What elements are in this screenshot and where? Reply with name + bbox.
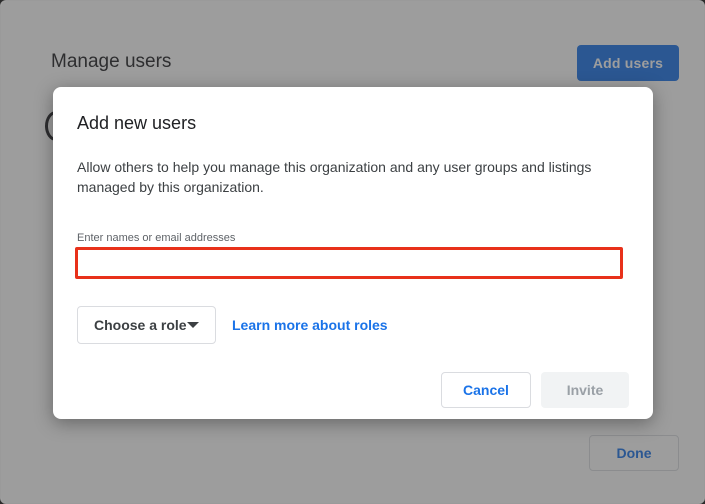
learn-more-link[interactable]: Learn more about roles: [232, 317, 388, 333]
email-field-label: Enter names or email addresses: [77, 232, 236, 244]
invite-button[interactable]: Invite: [541, 372, 629, 408]
dialog-description: Allow others to help you manage this org…: [77, 159, 592, 195]
dialog-title: Add new users: [77, 113, 197, 133]
caret-down-icon: [187, 322, 199, 328]
app-window: Manage users Add users Done Add new user…: [0, 0, 705, 504]
cancel-button[interactable]: Cancel: [441, 372, 531, 408]
email-field[interactable]: [75, 247, 623, 279]
role-select[interactable]: Choose a role: [77, 306, 216, 344]
role-select-label: Choose a role: [94, 317, 187, 333]
add-users-dialog: Add new users Allow others to help you m…: [53, 87, 653, 419]
